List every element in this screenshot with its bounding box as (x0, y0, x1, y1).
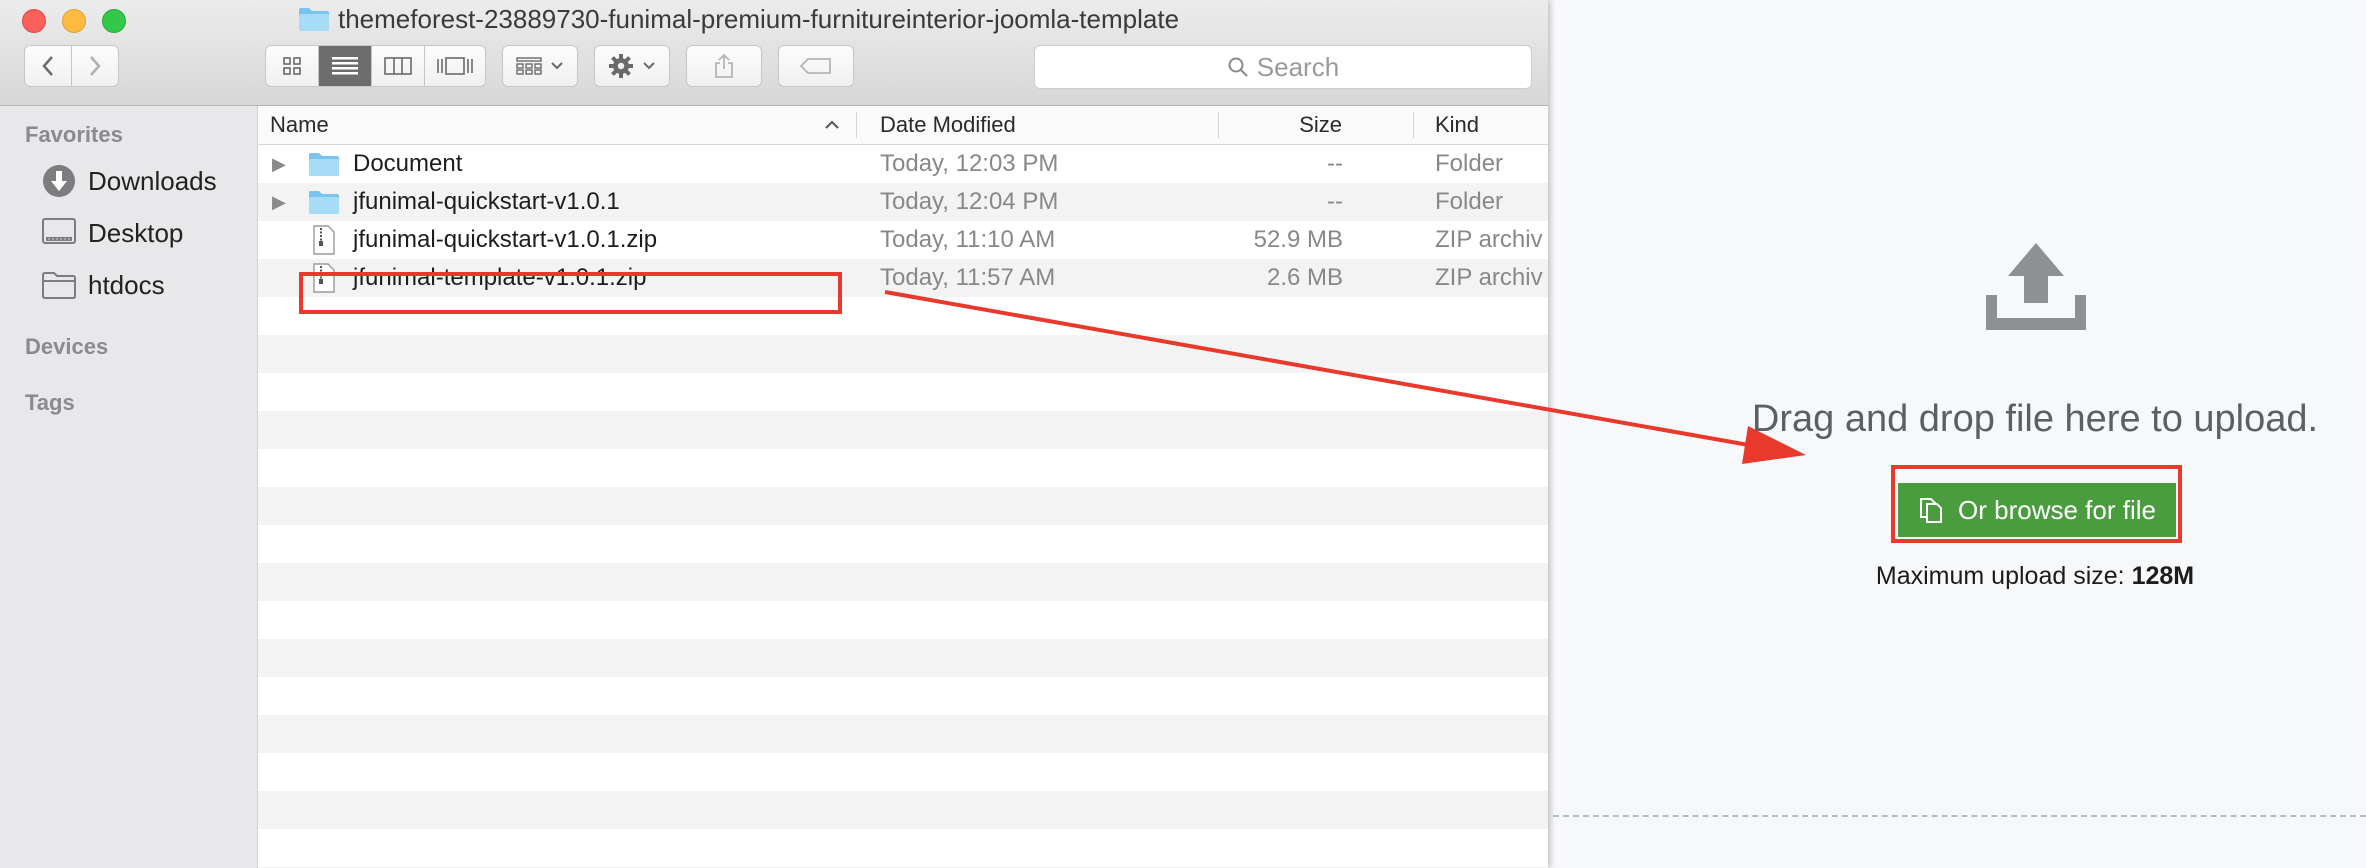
cover-flow-icon (437, 57, 473, 75)
sidebar-heading-tags[interactable]: Tags (25, 390, 75, 416)
browse-file-button[interactable]: Or browse for file (1898, 483, 2176, 537)
finder-window: themeforest-23889730-funimal-premium-fur… (0, 0, 1548, 868)
icon-view-button[interactable] (265, 45, 319, 87)
table-row[interactable]: jfunimal-quickstart-v1.0.1.zip Today, 11… (258, 221, 1548, 259)
share-icon (715, 53, 733, 78)
chevron-down-icon (551, 62, 563, 70)
window-title-text: themeforest-23889730-funimal-premium-fur… (338, 3, 1180, 34)
table-row[interactable]: ▶ Document Today, 12:03 PM -- Folder (258, 145, 1548, 183)
sidebar-heading-devices[interactable]: Devices (25, 334, 108, 360)
copy-files-icon (1920, 498, 1943, 523)
folder-icon (309, 153, 339, 176)
file-date: Today, 11:57 AM (880, 264, 1056, 291)
max-upload-label: Maximum upload size: (1875, 562, 2125, 590)
table-row[interactable]: ▶ jfunimal-quickstart-v1.0.1 Today, 12:0… (258, 183, 1548, 221)
file-date: Today, 12:03 PM (880, 150, 1059, 177)
file-name: jfunimal-quickstart-v1.0.1 (353, 188, 620, 215)
folder-icon (42, 272, 76, 299)
file-size: 2.6 MB (1266, 264, 1343, 291)
gallery-view-button[interactable] (424, 45, 486, 87)
desktop-icon (42, 218, 76, 244)
arrange-button[interactable] (502, 45, 578, 87)
browse-file-label: Or browse for file (1958, 494, 2156, 525)
zoom-window-button[interactable] (102, 9, 126, 33)
file-rows: ▶ Document Today, 12:03 PM -- Folder ▶ j… (258, 145, 1548, 868)
file-list: Name Date Modified Size Kind ▶ Document … (258, 106, 1548, 868)
column-divider[interactable] (1218, 112, 1219, 138)
downloads-icon (43, 165, 75, 197)
sidebar-item-label: Desktop (88, 217, 184, 248)
column-view-button[interactable] (371, 45, 425, 87)
column-header-date[interactable]: Date Modified (880, 106, 1016, 144)
grid-icon (283, 57, 301, 75)
back-button[interactable] (24, 45, 72, 87)
sidebar-item-label: htdocs (88, 269, 165, 300)
column-header-name[interactable]: Name (270, 106, 329, 144)
tag-icon (799, 58, 831, 74)
drop-zone-text: Drag and drop file here to upload. (1751, 398, 2319, 440)
file-date: Today, 11:10 AM (880, 226, 1056, 253)
sidebar-item-htdocs[interactable]: htdocs (42, 265, 165, 305)
file-annotation-box (299, 272, 842, 314)
minimize-window-button[interactable] (62, 9, 86, 33)
max-upload-size: Maximum upload size: 128M (1700, 562, 2366, 591)
column-header-kind[interactable]: Kind (1435, 106, 1479, 144)
file-size: 52.9 MB (1253, 226, 1343, 253)
tags-button[interactable] (778, 45, 854, 87)
action-button[interactable] (594, 45, 670, 87)
search-input[interactable]: Search (1034, 45, 1532, 89)
chevron-left-icon (42, 56, 53, 76)
column-header: Name Date Modified Size Kind (258, 106, 1548, 145)
file-kind: Folder (1435, 150, 1504, 177)
list-view-button[interactable] (318, 45, 372, 87)
chevron-down-icon (643, 62, 655, 70)
folder-icon (299, 8, 329, 31)
file-size: -- (1327, 188, 1343, 215)
chevron-right-icon (90, 56, 101, 76)
upload-icon (1986, 243, 2086, 330)
folder-icon (309, 191, 339, 214)
arrange-grid-icon (516, 57, 542, 75)
file-name: Document (353, 150, 463, 177)
search-icon (1228, 57, 1248, 77)
column-divider[interactable] (856, 112, 857, 138)
forward-button[interactable] (71, 45, 119, 87)
sidebar-heading-favorites: Favorites (25, 122, 123, 147)
file-size: -- (1327, 150, 1343, 177)
sidebar: Favorites Downloads Desktop htdocs Devic… (0, 106, 258, 868)
column-divider[interactable] (1413, 112, 1414, 138)
zip-file-icon (313, 225, 335, 255)
window-title: themeforest-23889730-funimal-premium-fur… (298, 3, 1179, 35)
disclosure-triangle-icon[interactable]: ▶ (272, 183, 286, 221)
file-kind: ZIP archiv (1435, 226, 1543, 253)
column-header-size[interactable]: Size (1299, 106, 1342, 144)
file-kind: Folder (1435, 188, 1504, 215)
close-window-button[interactable] (22, 9, 46, 33)
max-upload-value: 128M (2131, 562, 2195, 590)
list-icon (332, 57, 358, 75)
file-name: jfunimal-quickstart-v1.0.1.zip (353, 226, 658, 253)
disclosure-triangle-icon[interactable]: ▶ (272, 145, 286, 183)
sidebar-item-label: Downloads (88, 165, 217, 196)
share-button[interactable] (686, 45, 762, 87)
file-date: Today, 12:04 PM (880, 188, 1059, 215)
sidebar-item-downloads[interactable]: Downloads (42, 161, 217, 201)
gear-icon (609, 54, 633, 78)
sort-ascending-icon (825, 120, 839, 129)
file-kind: ZIP archiv (1435, 264, 1543, 291)
columns-icon (384, 57, 412, 75)
sidebar-item-desktop[interactable]: Desktop (42, 213, 183, 253)
toolbar: themeforest-23889730-funimal-premium-fur… (0, 0, 1548, 106)
search-placeholder: Search (1256, 51, 1340, 82)
drop-zone-border (1553, 815, 2366, 817)
